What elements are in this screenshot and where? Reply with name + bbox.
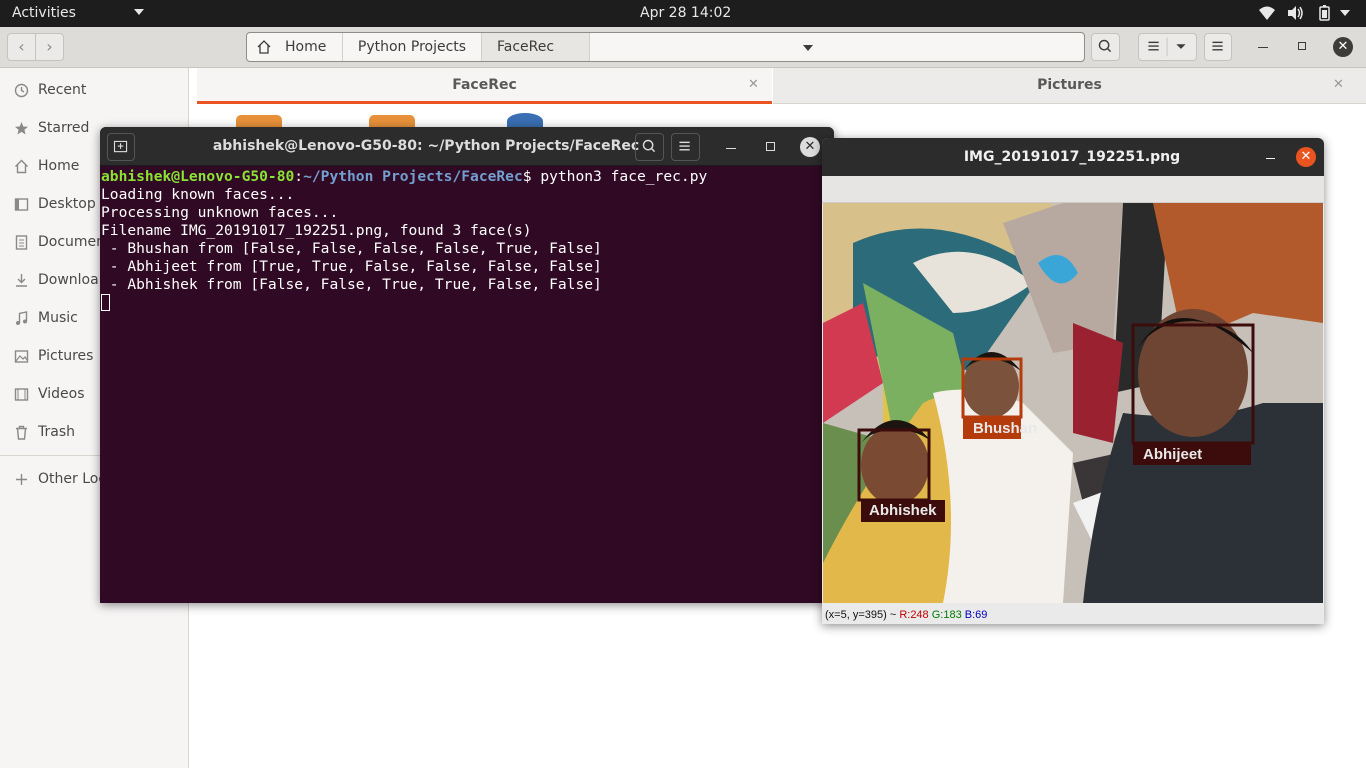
sidebar-item-label: Music <box>38 310 78 326</box>
picture-icon <box>14 350 29 363</box>
viewer-toolbar <box>822 176 1324 203</box>
home-icon <box>15 159 28 174</box>
output-line: Processing unknown faces... <box>101 204 339 221</box>
activities-button[interactable]: Activities <box>12 5 76 21</box>
image-viewer-window: IMG_20191017_192251.png ✕ Bhushan Abhije… <box>822 138 1324 624</box>
terminal-titlebar[interactable]: abhishek@Lenovo-G50-80: ~/Python Project… <box>100 127 834 166</box>
document-icon <box>15 235 28 250</box>
files-header-bar: ‹ › Home Python Projects FaceRec ✕ <box>0 27 1366 68</box>
sidebar-item-label: Documen <box>38 234 106 250</box>
prompt-user: abhishek@Lenovo-G50-80 <box>101 168 295 185</box>
menu-button[interactable] <box>1204 33 1232 61</box>
list-view-icon <box>1148 37 1186 57</box>
search-icon <box>642 139 656 153</box>
wifi-icon[interactable] <box>1258 5 1276 21</box>
system-menu-caret-icon[interactable] <box>1340 10 1350 16</box>
prompt-line: abhishek@Lenovo-G50-80:~/Python Projects… <box>101 168 823 186</box>
breadcrumb-home[interactable]: Home <box>247 33 343 61</box>
close-button[interactable]: ✕ <box>800 137 820 157</box>
close-tab-icon[interactable]: ✕ <box>748 77 759 92</box>
clock[interactable]: Apr 28 14:02 <box>640 5 731 21</box>
sidebar-item-label: Starred <box>38 120 90 136</box>
view-options-button[interactable] <box>1138 33 1197 61</box>
command-text: python3 face_rec.py <box>540 168 708 185</box>
search-icon <box>1098 39 1112 53</box>
close-tab-icon[interactable]: ✕ <box>1333 77 1344 92</box>
status-coordinates: (x=5, y=395) ~ <box>825 609 897 621</box>
star-icon <box>15 122 28 135</box>
minimize-button[interactable] <box>1258 47 1268 48</box>
close-button[interactable]: ✕ <box>1333 37 1353 57</box>
face-label-abhijeet: Abhijeet <box>1143 446 1202 463</box>
prompt-separator: : <box>294 168 304 185</box>
hamburger-icon <box>1212 41 1223 51</box>
status-green-value: G:183 <box>931 609 962 621</box>
breadcrumb-home-label: Home <box>285 39 327 55</box>
sidebar-item-label: Home <box>38 158 80 174</box>
path-bar: Home Python Projects FaceRec <box>246 32 1085 62</box>
terminal-menu-button[interactable] <box>671 133 700 161</box>
top-bar: Activities Apr 28 14:02 <box>0 0 1366 27</box>
breadcrumb-facerec[interactable]: FaceRec <box>482 33 813 61</box>
close-button[interactable]: ✕ <box>1296 147 1316 167</box>
plus-icon <box>16 474 27 485</box>
pixel-status-bar: (x=5, y=395) ~ R:248 G:183 B:69 <box>825 609 987 621</box>
desktop-icon <box>14 198 29 211</box>
status-blue-value: B:69 <box>964 609 988 621</box>
tab-label: Pictures <box>1037 77 1102 93</box>
status-red-value: R:248 <box>899 609 929 621</box>
sidebar-item-label: Other Loc <box>38 471 107 487</box>
terminal-output[interactable]: abhishek@Lenovo-G50-80:~/Python Projects… <box>101 168 823 312</box>
chevron-down-icon[interactable] <box>803 45 813 51</box>
trash-icon <box>16 425 27 440</box>
clock-icon <box>14 83 29 98</box>
battery-icon[interactable] <box>1316 5 1334 21</box>
viewer-titlebar[interactable]: IMG_20191017_192251.png ✕ <box>822 138 1324 176</box>
sidebar-item-label: Downloa <box>38 272 99 288</box>
sidebar-item-label: Videos <box>38 386 85 402</box>
output-line: Filename IMG_20191017_192251.png, found … <box>101 222 532 239</box>
face-label-abhishek: Abhishek <box>869 502 937 519</box>
minimize-button[interactable] <box>1266 158 1275 159</box>
prompt-symbol: $ <box>522 168 541 185</box>
sidebar-item-label: Pictures <box>38 348 94 364</box>
maximize-button[interactable] <box>1298 42 1306 50</box>
output-line: - Abhishek from [False, False, True, Tru… <box>101 276 602 293</box>
terminal-window: abhishek@Lenovo-G50-80: ~/Python Project… <box>100 127 834 603</box>
face-recognition-image[interactable]: Bhushan Abhijeet Abhishek <box>823 203 1323 603</box>
breadcrumb-python-projects[interactable]: Python Projects <box>343 33 482 61</box>
volume-icon[interactable] <box>1286 5 1304 21</box>
sidebar-item-label: Trash <box>38 424 75 440</box>
maximize-button[interactable] <box>766 142 775 151</box>
music-icon <box>16 311 28 325</box>
minimize-button[interactable] <box>726 148 736 149</box>
home-icon <box>257 40 271 54</box>
terminal-cursor <box>101 294 110 311</box>
output-line: - Abhijeet from [True, True, False, Fals… <box>101 258 602 275</box>
output-line: - Bhushan from [False, False, False, Fal… <box>101 240 602 257</box>
search-button[interactable] <box>1091 33 1120 61</box>
hamburger-icon <box>679 141 690 151</box>
terminal-search-button[interactable] <box>635 133 664 161</box>
face-label-bhushan: Bhushan <box>973 420 1037 437</box>
app-menu-caret-icon[interactable] <box>134 9 144 15</box>
face-shape <box>1138 309 1248 437</box>
video-icon <box>14 388 29 401</box>
output-line: Loading known faces... <box>101 186 295 203</box>
tab-pictures[interactable]: Pictures ✕ <box>773 68 1366 104</box>
sidebar-item-label: Desktop <box>38 196 96 212</box>
prompt-path: ~/Python Projects/FaceRec <box>303 168 523 185</box>
viewer-title: IMG_20191017_192251.png <box>963 149 1181 165</box>
face-shape <box>861 425 929 505</box>
breadcrumb-facerec-label: FaceRec <box>497 39 555 55</box>
download-icon <box>16 274 27 287</box>
forward-button[interactable]: › <box>35 33 64 61</box>
back-button[interactable]: ‹ <box>7 33 36 61</box>
sidebar-item-label: Recent <box>38 82 87 98</box>
tab-label: FaceRec <box>452 77 517 93</box>
sidebar-item-recent[interactable]: Recent <box>0 72 189 108</box>
tab-facerec[interactable]: FaceRec ✕ <box>197 68 772 104</box>
